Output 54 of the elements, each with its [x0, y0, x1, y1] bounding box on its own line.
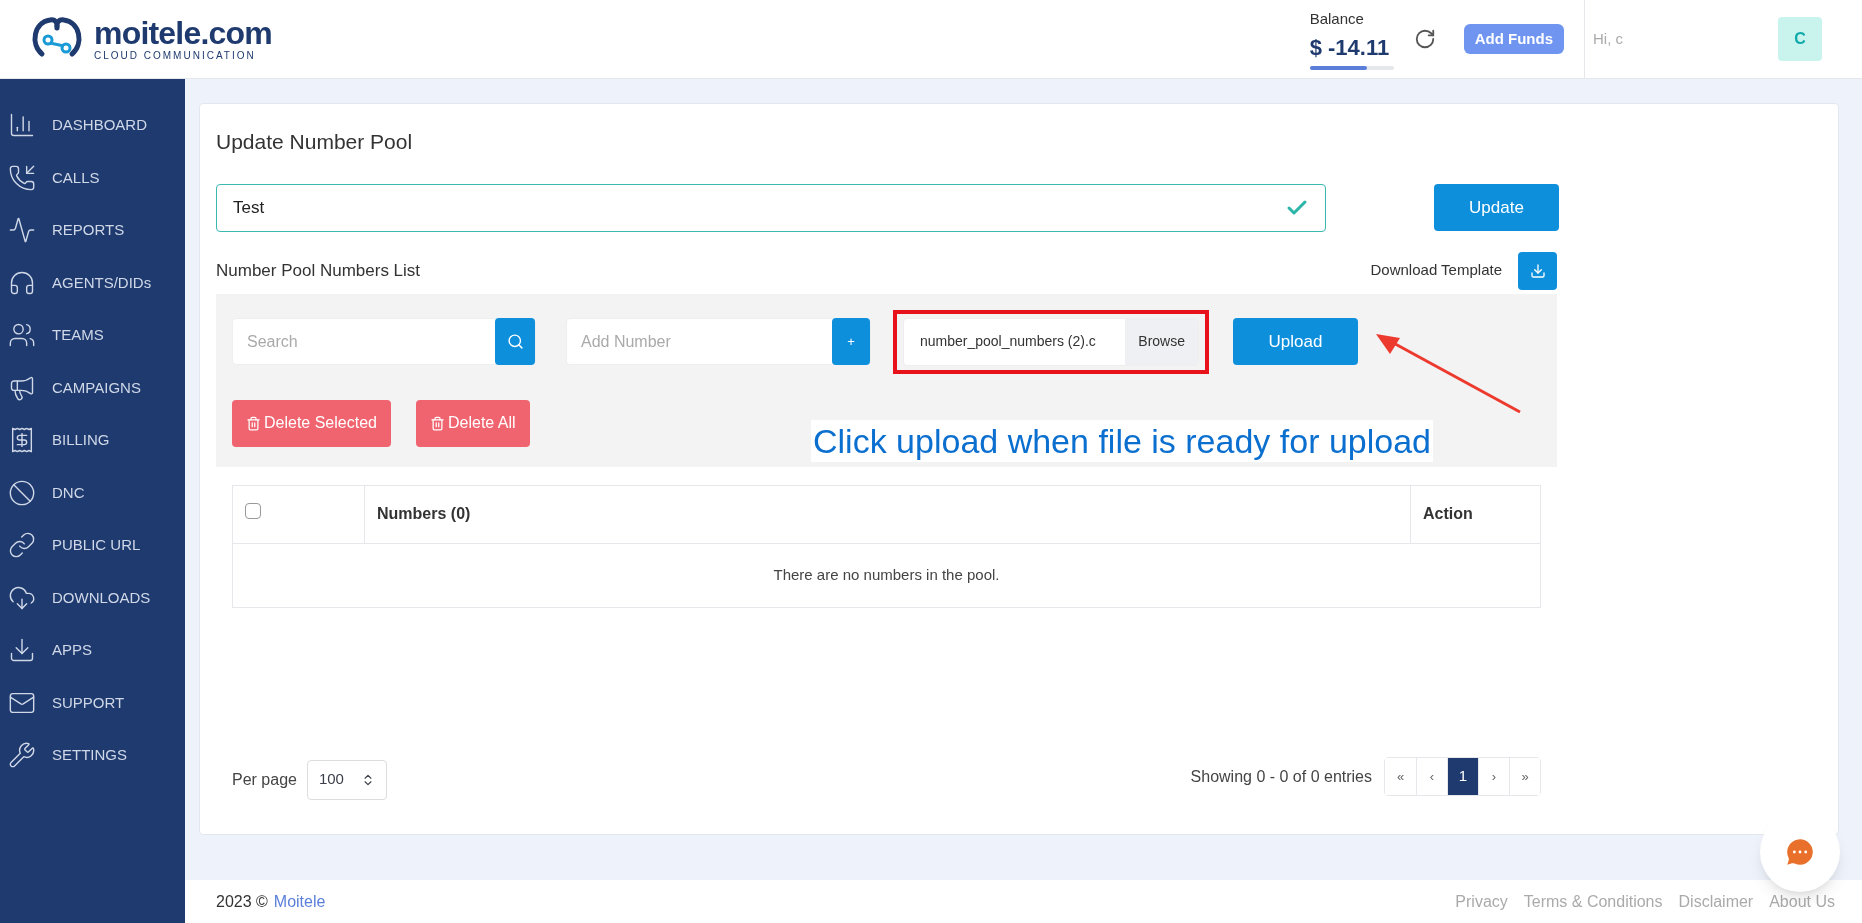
sidebar-icon: [8, 216, 36, 245]
column-header: Numbers (0): [364, 485, 1411, 543]
list-title: Number Pool Numbers List: [216, 259, 421, 282]
upload-button[interactable]: Upload: [1233, 318, 1358, 365]
add-number-field[interactable]: Add Number +: [566, 318, 871, 365]
sidebar-icon: [8, 741, 36, 770]
sidebar-item[interactable]: DOWNLOADS: [0, 571, 185, 624]
brand-link[interactable]: Moitele: [273, 889, 326, 914]
sidebar-item[interactable]: APPS: [0, 624, 185, 677]
sidebar-item[interactable]: TEAMS: [0, 309, 185, 362]
download-icon: [1529, 262, 1546, 279]
copyright: 2023 ©: [216, 891, 268, 912]
logo-tagline: CLOUD COMMUNICATION: [94, 51, 257, 61]
browse-button[interactable]: Browse: [1125, 318, 1198, 365]
file-field[interactable]: number_pool_numbers (2).c Browse: [903, 317, 1199, 366]
sidebar-item[interactable]: BILLING: [0, 414, 185, 467]
add-number-button[interactable]: +: [832, 318, 870, 365]
sidebar-item[interactable]: REPORTS: [0, 204, 185, 257]
empty-message: There are no numbers in the pool.: [232, 543, 1541, 607]
logo-name: moitele.com: [94, 17, 272, 49]
balance-label: Balance: [1309, 9, 1365, 30]
sidebar-item[interactable]: PUBLIC URL: [0, 519, 185, 572]
page-title: Update Number Pool: [216, 129, 414, 155]
entries-summary: Showing 0 - 0 of 0 entries: [1190, 766, 1372, 787]
download-template-label: Download Template: [1370, 260, 1502, 281]
add-number-input[interactable]: Add Number: [567, 319, 832, 364]
trash-icon: [429, 415, 445, 431]
annotation-text: Click upload when file is ready for upload: [811, 419, 1433, 462]
sidebar-item[interactable]: DASHBOARD: [0, 99, 185, 152]
sidebar-icon: [8, 478, 36, 507]
per-page-label: Per page: [232, 769, 297, 790]
update-button[interactable]: Update: [1434, 184, 1559, 231]
sidebar-item[interactable]: CALLS: [0, 151, 185, 204]
search-field[interactable]: Search: [232, 318, 536, 365]
refresh-icon[interactable]: [1413, 28, 1436, 50]
sidebar-item[interactable]: AGENTS/DIDs: [0, 256, 185, 309]
page-link[interactable]: 1: [1447, 758, 1478, 795]
trash-icon: [246, 415, 261, 431]
sidebar-item[interactable]: CAMPAIGNS: [0, 361, 185, 414]
balance-amount: $ -14.11: [1309, 33, 1391, 62]
search-input[interactable]: Search: [233, 319, 495, 364]
search-button[interactable]: [495, 318, 535, 365]
sidebar-item[interactable]: SETTINGS: [0, 729, 185, 782]
sidebar-icon: [8, 163, 36, 192]
select-all-checkbox[interactable]: [245, 503, 261, 519]
per-page-select[interactable]: 100: [306, 759, 387, 800]
download-template-button[interactable]: [1518, 251, 1557, 290]
column-header: Action: [1410, 485, 1541, 543]
sidebar-item[interactable]: SUPPORT: [0, 676, 185, 729]
sidebar-icon: [8, 531, 36, 560]
search-icon: [506, 333, 524, 350]
page-link[interactable]: »: [1509, 758, 1540, 795]
sidebar-item[interactable]: DNC: [0, 466, 185, 519]
user-greeting: Hi, c: [1593, 28, 1623, 49]
